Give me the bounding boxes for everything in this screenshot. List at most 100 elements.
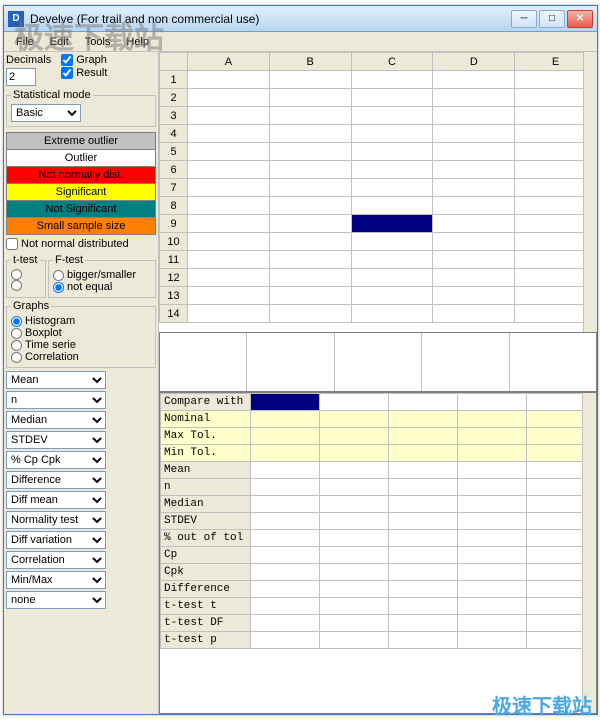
cell[interactable] bbox=[188, 233, 270, 251]
stat-cell[interactable] bbox=[458, 445, 527, 462]
stat-cell[interactable] bbox=[458, 496, 527, 513]
cell[interactable] bbox=[351, 161, 433, 179]
cell[interactable] bbox=[269, 107, 351, 125]
stat-cell[interactable] bbox=[458, 479, 527, 496]
stat-cell[interactable] bbox=[320, 513, 389, 530]
stat-cell[interactable] bbox=[458, 564, 527, 581]
ftest-notequal-radio[interactable] bbox=[53, 282, 64, 293]
stat-cell[interactable] bbox=[389, 496, 458, 513]
col-header[interactable]: B bbox=[269, 53, 351, 71]
cell[interactable] bbox=[433, 107, 515, 125]
stat-cell[interactable] bbox=[458, 428, 527, 445]
stat-select-7[interactable]: Normality test bbox=[6, 511, 106, 529]
row-header[interactable]: 10 bbox=[160, 233, 188, 251]
cell[interactable] bbox=[433, 287, 515, 305]
stat-cell[interactable] bbox=[320, 632, 389, 649]
cell[interactable] bbox=[188, 251, 270, 269]
cell[interactable] bbox=[188, 179, 270, 197]
stat-cell[interactable] bbox=[320, 615, 389, 632]
stat-cell[interactable] bbox=[389, 394, 458, 411]
stat-cell[interactable] bbox=[458, 513, 527, 530]
stat-cell[interactable] bbox=[251, 598, 320, 615]
cell[interactable] bbox=[351, 71, 433, 89]
cell[interactable] bbox=[188, 305, 270, 323]
stat-cell[interactable] bbox=[320, 479, 389, 496]
stat-cell[interactable] bbox=[389, 564, 458, 581]
cell[interactable] bbox=[188, 143, 270, 161]
stat-mode-select[interactable]: Basic bbox=[11, 104, 81, 122]
cell[interactable] bbox=[351, 305, 433, 323]
stat-cell[interactable] bbox=[458, 394, 527, 411]
cell[interactable] bbox=[433, 305, 515, 323]
cell[interactable] bbox=[351, 269, 433, 287]
stat-cell[interactable] bbox=[320, 564, 389, 581]
row-header[interactable]: 12 bbox=[160, 269, 188, 287]
timeserie-radio[interactable] bbox=[11, 340, 22, 351]
row-header[interactable]: 5 bbox=[160, 143, 188, 161]
cell[interactable] bbox=[433, 197, 515, 215]
stat-cell[interactable] bbox=[458, 411, 527, 428]
stat-cell[interactable] bbox=[389, 615, 458, 632]
stat-cell[interactable] bbox=[251, 479, 320, 496]
stat-cell[interactable] bbox=[320, 547, 389, 564]
stat-cell[interactable] bbox=[458, 530, 527, 547]
stat-select-3[interactable]: STDEV bbox=[6, 431, 106, 449]
vscrollbar[interactable] bbox=[583, 52, 597, 332]
menu-help[interactable]: Help bbox=[118, 34, 157, 50]
cell[interactable] bbox=[351, 179, 433, 197]
col-header[interactable]: A bbox=[188, 53, 270, 71]
menu-tools[interactable]: Tools bbox=[77, 34, 119, 50]
cell[interactable] bbox=[269, 125, 351, 143]
ttest-radio2[interactable] bbox=[11, 280, 22, 291]
stat-cell[interactable] bbox=[251, 445, 320, 462]
stat-cell[interactable] bbox=[251, 632, 320, 649]
stat-cell[interactable] bbox=[320, 598, 389, 615]
cell[interactable] bbox=[351, 89, 433, 107]
cell[interactable] bbox=[188, 71, 270, 89]
cell[interactable] bbox=[269, 179, 351, 197]
stat-cell[interactable] bbox=[251, 547, 320, 564]
cell[interactable] bbox=[351, 197, 433, 215]
cell[interactable] bbox=[351, 143, 433, 161]
cell[interactable] bbox=[188, 161, 270, 179]
ttest-radio1[interactable] bbox=[11, 269, 22, 280]
result-checkbox[interactable] bbox=[61, 67, 73, 79]
cell[interactable] bbox=[269, 215, 351, 233]
correlation-radio[interactable] bbox=[11, 352, 22, 363]
stat-select-11[interactable]: none bbox=[6, 591, 106, 609]
menu-file[interactable]: File bbox=[8, 34, 42, 50]
stat-select-5[interactable]: Difference bbox=[6, 471, 106, 489]
stat-cell[interactable] bbox=[389, 547, 458, 564]
stat-cell[interactable] bbox=[320, 411, 389, 428]
stat-cell[interactable] bbox=[251, 513, 320, 530]
row-header[interactable]: 11 bbox=[160, 251, 188, 269]
stat-cell[interactable] bbox=[389, 513, 458, 530]
row-header[interactable]: 13 bbox=[160, 287, 188, 305]
stat-cell[interactable] bbox=[458, 581, 527, 598]
stat-cell[interactable] bbox=[458, 632, 527, 649]
ftest-bigger-radio[interactable] bbox=[53, 270, 64, 281]
row-header[interactable]: 9 bbox=[160, 215, 188, 233]
stat-cell[interactable] bbox=[320, 462, 389, 479]
stat-cell[interactable] bbox=[251, 530, 320, 547]
stat-cell[interactable] bbox=[389, 462, 458, 479]
stat-cell[interactable] bbox=[251, 581, 320, 598]
stat-select-4[interactable]: % Cp Cpk bbox=[6, 451, 106, 469]
stat-cell[interactable] bbox=[389, 530, 458, 547]
cell[interactable] bbox=[188, 215, 270, 233]
stat-cell[interactable] bbox=[458, 615, 527, 632]
close-button[interactable]: ✕ bbox=[567, 10, 593, 28]
cell[interactable] bbox=[433, 143, 515, 161]
histogram-radio[interactable] bbox=[11, 316, 22, 327]
minimize-button[interactable]: ─ bbox=[511, 10, 537, 28]
stat-cell[interactable] bbox=[320, 530, 389, 547]
cell[interactable] bbox=[433, 125, 515, 143]
stat-select-1[interactable]: n bbox=[6, 391, 106, 409]
cell[interactable] bbox=[188, 287, 270, 305]
stat-cell[interactable] bbox=[251, 564, 320, 581]
stat-cell[interactable] bbox=[320, 445, 389, 462]
row-header[interactable]: 14 bbox=[160, 305, 188, 323]
data-grid[interactable]: ABCDE1234567891011121314 bbox=[159, 52, 597, 332]
stat-cell[interactable] bbox=[458, 462, 527, 479]
row-header[interactable]: 6 bbox=[160, 161, 188, 179]
